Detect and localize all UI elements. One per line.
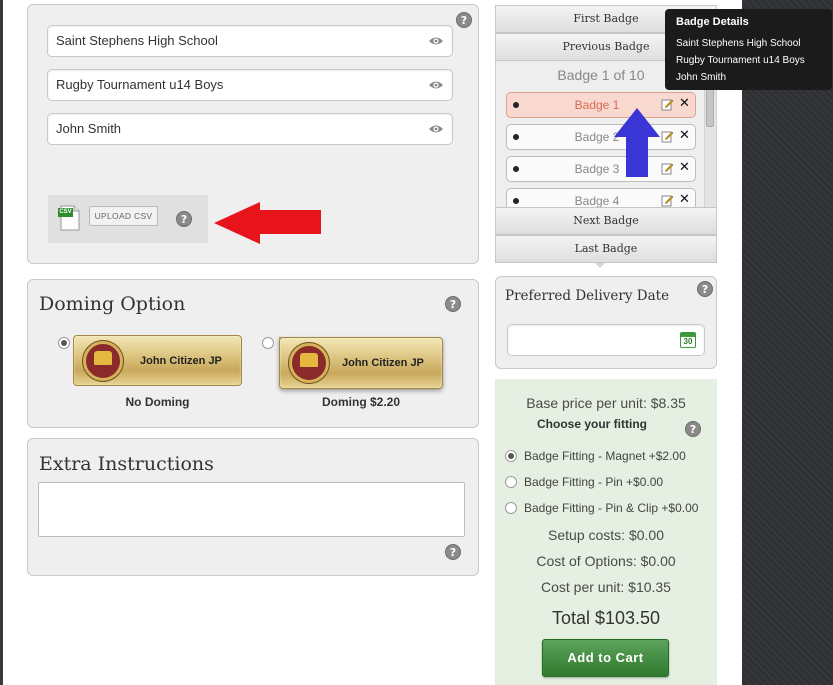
fitting-magnet-radio[interactable] — [505, 450, 517, 462]
badge-list-scrollbar[interactable] — [704, 79, 716, 207]
last-badge-button[interactable]: Last Badge — [495, 235, 717, 263]
edit-icon[interactable] — [661, 194, 674, 207]
crest-icon — [289, 343, 329, 383]
fitting-magnet-label[interactable]: Badge Fitting - Magnet +$2.00 — [524, 449, 686, 463]
last-badge-label: Last Badge — [574, 242, 638, 255]
fitting-heading: Choose your fitting — [537, 417, 647, 431]
pricing-panel: Base price per unit: $8.35 Choose your f… — [495, 379, 717, 685]
csv-upload-area: CSV UPLOAD CSV ? — [48, 195, 208, 243]
eye-icon[interactable] — [428, 123, 444, 135]
event-field[interactable]: Rugby Tournament u14 Boys — [47, 69, 453, 101]
badge-item-label: Badge 4 — [574, 194, 620, 207]
upload-csv-button[interactable]: UPLOAD CSV — [89, 206, 158, 226]
delivery-date-title: Preferred Delivery Date — [505, 288, 670, 304]
extra-instructions-title: Extra Instructions — [39, 453, 214, 475]
delete-icon[interactable]: ✕ — [679, 96, 690, 111]
order-total: Total $103.50 — [551, 608, 661, 628]
doming-radio[interactable] — [262, 337, 274, 349]
delete-icon[interactable]: ✕ — [679, 160, 690, 175]
delete-icon[interactable]: ✕ — [679, 128, 690, 143]
csv-file-icon-label: CSV — [58, 208, 73, 217]
fitting-pin-clip-label[interactable]: Badge Fitting - Pin & Clip +$0.00 — [524, 501, 698, 515]
school-field[interactable]: Saint Stephens High School — [47, 25, 453, 57]
cost-per-unit: Cost per unit: $10.35 — [541, 579, 671, 595]
delivery-date-panel: Preferred Delivery Date ? 30 — [495, 276, 717, 369]
calendar-day: 30 — [683, 337, 693, 346]
tooltip-line: John Smith — [676, 72, 727, 83]
badge-list-item-4[interactable]: Badge 4 ✕ — [506, 188, 696, 207]
badge-details-tooltip: Badge Details Saint Stephens High School… — [665, 9, 832, 90]
help-icon[interactable]: ? — [456, 12, 472, 28]
red-arrow-annotation — [214, 202, 321, 244]
calendar-icon[interactable]: 30 — [680, 332, 696, 348]
fitting-pin-label[interactable]: Badge Fitting - Pin +$0.00 — [524, 475, 663, 489]
crest-icon — [83, 341, 123, 381]
badge-list-item-2[interactable]: Badge 2 ✕ — [506, 124, 696, 150]
doming-option-title: Doming Option — [39, 293, 186, 315]
badge-list-item-3[interactable]: Badge 3 ✕ — [506, 156, 696, 182]
edit-icon[interactable] — [661, 98, 674, 111]
delete-icon[interactable]: ✕ — [679, 192, 690, 207]
name-field[interactable]: John Smith — [47, 113, 453, 145]
badge-list-item-1[interactable]: Badge 1 ✕ — [506, 92, 696, 118]
setup-costs: Setup costs: $0.00 — [548, 527, 664, 543]
previous-badge-label: Previous Badge — [562, 40, 650, 53]
school-field-value: Saint Stephens High School — [56, 33, 218, 48]
help-icon[interactable]: ? — [685, 421, 701, 437]
base-price: Base price per unit: $8.35 — [526, 395, 686, 411]
doming-option-panel: Doming Option ? John Citizen JP No Domin… — [27, 279, 479, 428]
fitting-pin-clip-radio[interactable] — [505, 502, 517, 514]
cost-of-options: Cost of Options: $0.00 — [536, 553, 676, 569]
event-field-value: Rugby Tournament u14 Boys — [56, 77, 224, 92]
no-doming-caption: No Doming — [125, 395, 190, 409]
next-badge-button[interactable]: Next Badge — [495, 207, 717, 235]
eye-icon[interactable] — [428, 35, 444, 47]
left-page-edge — [0, 0, 3, 685]
help-icon[interactable]: ? — [176, 211, 192, 227]
no-doming-radio[interactable] — [58, 337, 70, 349]
doming-caption: Doming $2.20 — [321, 395, 401, 409]
add-to-cart-button[interactable]: Add to Cart — [542, 639, 669, 677]
fitting-pin-radio[interactable] — [505, 476, 517, 488]
right-background-texture — [742, 0, 833, 685]
first-badge-label: First Badge — [573, 12, 639, 25]
tooltip-title: Badge Details — [676, 16, 749, 28]
scrollbar-thumb[interactable] — [706, 87, 714, 127]
tooltip-line: Saint Stephens High School — [676, 38, 801, 49]
eye-icon[interactable] — [428, 79, 444, 91]
name-field-value: John Smith — [56, 121, 122, 136]
badge-preview-name: John Citizen JP — [140, 355, 222, 367]
no-doming-badge-image[interactable]: John Citizen JP — [73, 335, 242, 386]
doming-badge-image-body[interactable]: John Citizen JP — [279, 337, 443, 389]
edit-icon[interactable] — [661, 130, 674, 143]
help-icon[interactable]: ? — [445, 544, 461, 560]
last-pointer — [595, 263, 605, 268]
tooltip-line: Rugby Tournament u14 Boys — [676, 55, 805, 66]
badge-preview-name: John Citizen JP — [342, 357, 424, 369]
help-icon[interactable]: ? — [697, 281, 713, 297]
blue-arrow-annotation — [614, 108, 660, 177]
next-badge-label: Next Badge — [573, 214, 639, 227]
csv-file-icon: CSV — [58, 205, 81, 231]
edit-icon[interactable] — [661, 162, 674, 175]
extra-instructions-panel: Extra Instructions ? — [27, 438, 479, 576]
extra-instructions-textarea[interactable] — [38, 482, 465, 537]
help-icon[interactable]: ? — [445, 296, 461, 312]
delivery-date-input[interactable]: 30 — [507, 324, 705, 356]
